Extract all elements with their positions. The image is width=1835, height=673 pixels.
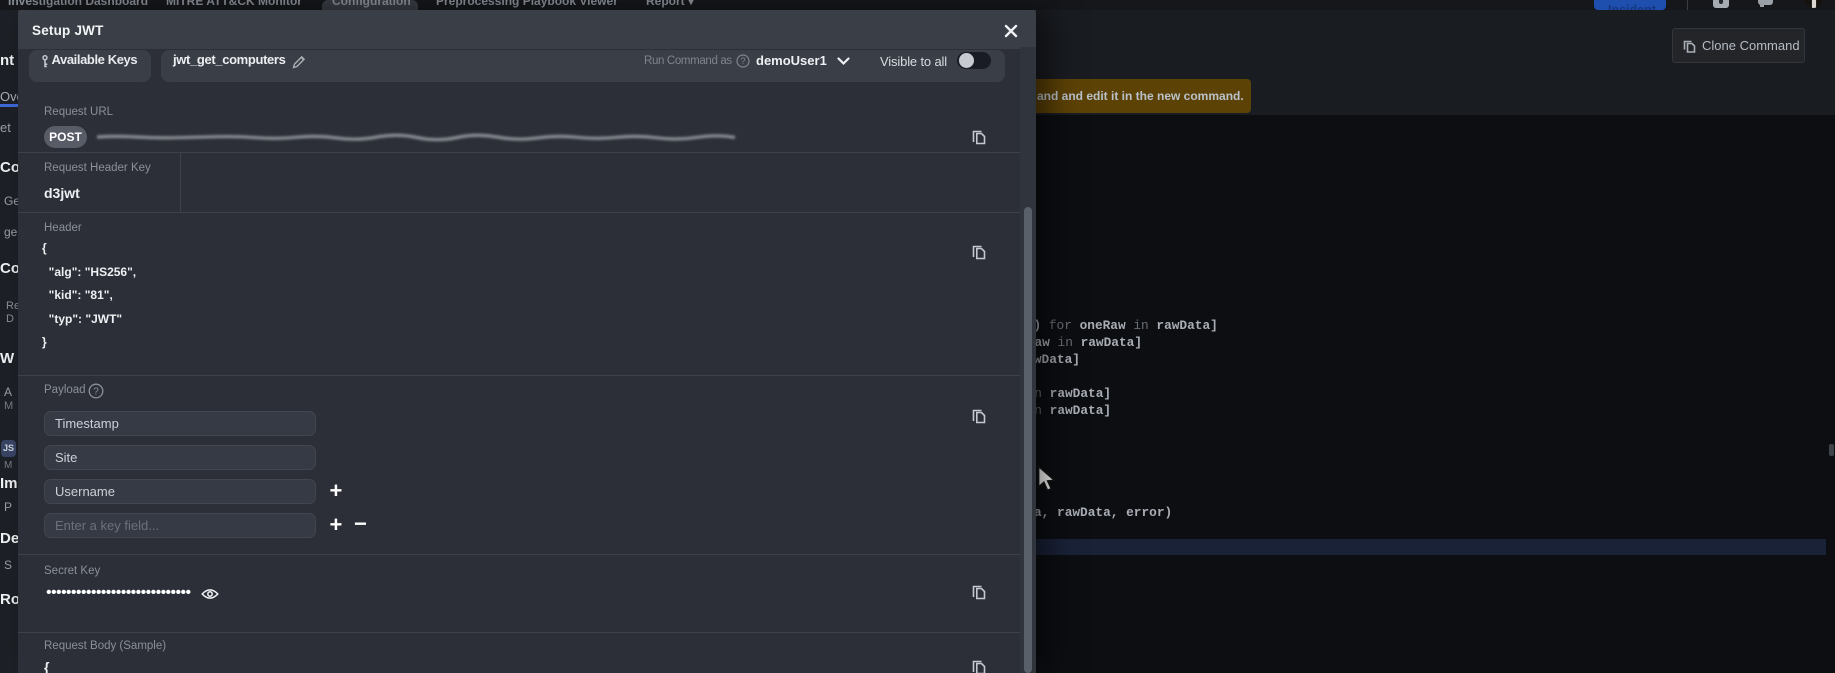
svg-text:?: ?	[93, 387, 99, 398]
svg-text:?: ?	[740, 56, 745, 66]
